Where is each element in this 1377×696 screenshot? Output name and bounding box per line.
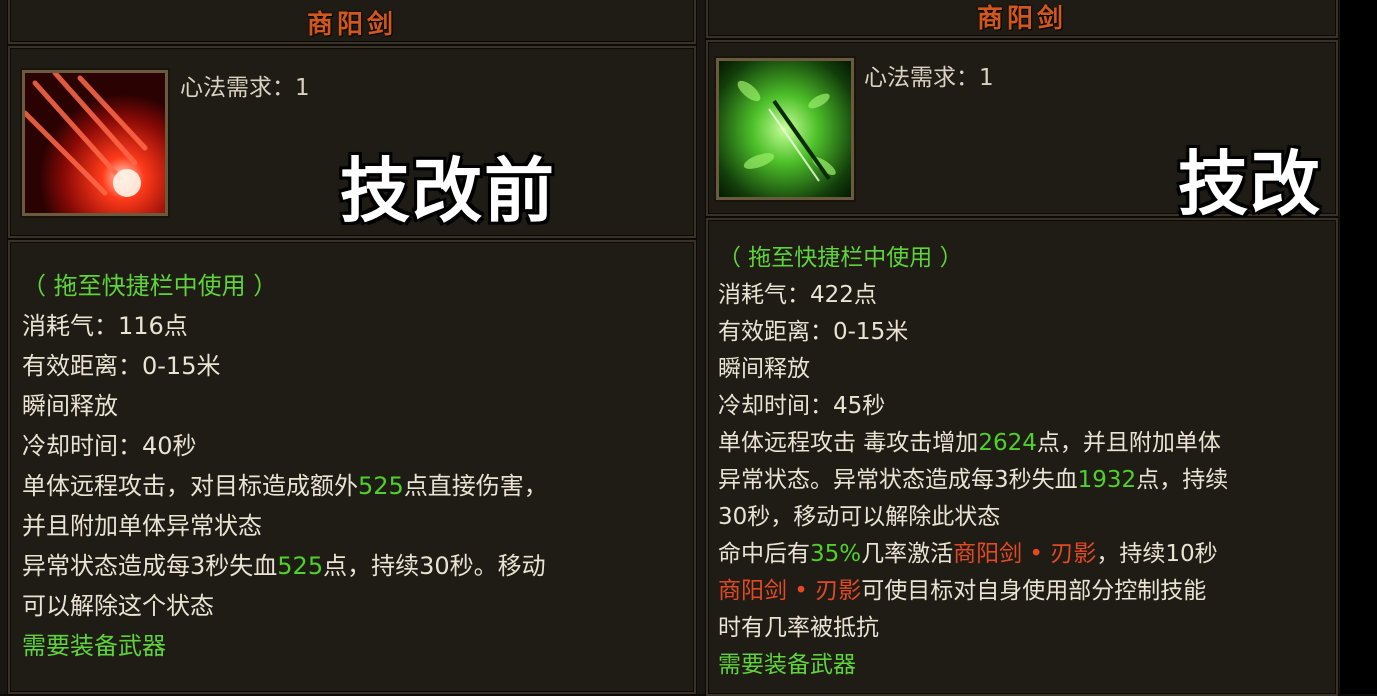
desc-line: 异常状态造成每3秒失血525点，持续30秒。移动 [22,546,548,586]
desc-text: 命中后有 [718,541,810,567]
dot-value: 525 [277,552,324,580]
range: 有效距离：0-15米 [22,352,221,380]
description: （ 拖至快捷栏中使用 ） 消耗气：422点 有效距离：0-15米 瞬间释放 冷却… [718,240,1228,684]
cooldown: 冷却时间：40秒 [22,432,197,460]
desc-text: 几率激活 [861,541,954,567]
screen-edge [1340,0,1377,694]
skill-panel-before: 商阳剑 心法需求：1 技改前 （ 拖至快捷栏中使用 ） 消耗气：116点 有效距… [0,0,700,694]
dot-value: 1932 [1077,467,1137,493]
desc-line: 并且附加单体异常状态 [22,512,262,540]
desc-text: 异常状态。异常状态造成每3秒失血 [718,467,1078,493]
desc-text: ，持续10秒 [1096,541,1218,567]
weapon-requirement: 需要装备武器 [718,652,856,678]
skill-title: 商阳剑 [976,4,1067,34]
desc-line: 异常状态。异常状态造成每3秒失血1932点，持续 [718,462,1228,499]
usage-hint: （ 拖至快捷栏中使用 ） [718,245,963,271]
desc-text: 单体远程攻击 毒攻击增加 [718,430,979,456]
desc-line: 商阳剑 • 刃影可使目标对自身使用部分控制技能 [718,573,1228,610]
cast-type: 瞬间释放 [22,392,118,420]
poison-value: 2624 [978,430,1037,456]
desc-text: 单体远程攻击，对目标造成额外 [22,472,358,500]
desc-line: 单体远程攻击，对目标造成额外525点直接伤害， [22,466,548,506]
desc-line: 命中后有35%几率激活商阳剑 • 刃影，持续10秒 [718,536,1228,573]
requirement-text: 心法需求：1 [180,75,310,101]
desc-text: 点，持续30秒。移动 [323,552,546,580]
qi-cost: 消耗气：116点 [22,312,188,340]
skill-panel-after: 商阳剑 心法需求：1 技改后 （ 拖 [700,0,1340,696]
range: 有效距离：0-15米 [718,319,909,345]
desc-text: 点直接伤害， [403,472,548,500]
desc-text: 异常状态造成每3秒失血 [22,552,278,580]
weapon-requirement: 需要装备武器 [22,632,166,660]
usage-hint: （ 拖至快捷栏中使用 ） [22,272,278,300]
desc-text: 点，持续 [1136,467,1229,493]
damage-value: 525 [358,472,404,500]
description: （ 拖至快捷栏中使用 ） 消耗气：116点 有效距离：0-15米 瞬间释放 冷却… [22,266,548,666]
requirement-text: 心法需求：1 [864,65,994,91]
desc-line: 单体远程攻击 毒攻击增加2624点，并且附加单体 [718,425,1228,462]
red-streak-skill-icon[interactable] [22,70,168,216]
chance-value: 35% [810,541,862,567]
cooldown: 冷却时间：45秒 [718,393,886,419]
desc-text: 可使目标对自身使用部分控制技能 [861,578,1207,604]
skill-title: 商阳剑 [306,10,397,40]
cast-type: 瞬间释放 [718,356,810,382]
linked-skill-name: 商阳剑 • 刃影 [718,578,862,604]
desc-line: 可以解除这个状态 [22,592,214,620]
desc-text: 点，并且附加单体 [1036,430,1221,456]
desc-line: 时有几率被抵抗 [718,615,879,641]
qi-cost: 消耗气：422点 [718,282,877,308]
green-streak-skill-icon[interactable] [716,58,854,200]
desc-line: 30秒，移动可以解除此状态 [718,504,1001,530]
linked-skill-name: 商阳剑 • 刃影 [953,541,1097,567]
stamp-label: 技改前 [339,149,556,234]
